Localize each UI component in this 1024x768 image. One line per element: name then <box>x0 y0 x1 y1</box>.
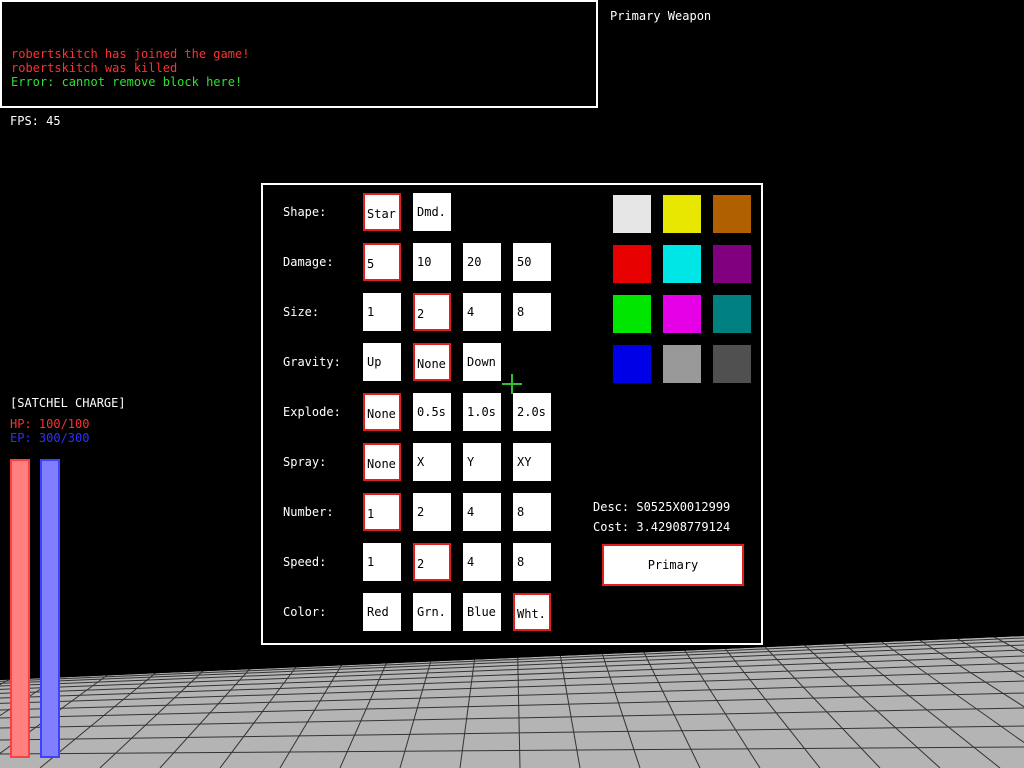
option-label-speed: Speed: <box>283 555 327 569</box>
option-explode-button[interactable]: None <box>363 393 401 431</box>
color-swatch[interactable] <box>713 195 751 233</box>
color-swatch[interactable] <box>713 245 751 283</box>
option-speed-button[interactable]: 1 <box>363 543 401 581</box>
option-number-button[interactable]: 4 <box>463 493 501 531</box>
color-swatch[interactable] <box>713 345 751 383</box>
option-label-spray: Spray: <box>283 455 327 469</box>
option-label-number: Number: <box>283 505 334 519</box>
option-speed-button[interactable]: 8 <box>513 543 551 581</box>
option-color-button[interactable]: Wht. <box>513 593 551 631</box>
option-color-button[interactable]: Red <box>363 593 401 631</box>
option-speed-button[interactable]: 2 <box>413 543 451 581</box>
option-gravity-button[interactable]: Up <box>363 343 401 381</box>
color-swatch[interactable] <box>713 295 751 333</box>
color-swatch[interactable] <box>613 345 651 383</box>
color-swatch[interactable] <box>663 195 701 233</box>
equipped-item-name: [SATCHEL CHARGE] <box>10 396 126 410</box>
option-number-button[interactable]: 1 <box>363 493 401 531</box>
option-size-button[interactable]: 4 <box>463 293 501 331</box>
option-label-size: Size: <box>283 305 320 319</box>
weapon-config-panel: Desc: S0525X0012999 Cost: 3.42908779124 … <box>261 183 763 645</box>
chat-line: robertskitch has joined the game! <box>11 47 250 61</box>
fps-counter: FPS: 45 <box>10 114 61 128</box>
option-size-button[interactable]: 2 <box>413 293 451 331</box>
option-label-color: Color: <box>283 605 327 619</box>
chat-line: robertskitch was killed <box>11 61 178 75</box>
weapon-description: Desc: S0525X0012999 <box>593 500 731 514</box>
option-number-button[interactable]: 2 <box>413 493 451 531</box>
option-gravity-button[interactable]: None <box>413 343 451 381</box>
option-shape-button[interactable]: Star <box>363 193 401 231</box>
option-color-button[interactable]: Blue <box>463 593 501 631</box>
option-explode-button[interactable]: 2.0s <box>513 393 551 431</box>
color-swatch[interactable] <box>613 295 651 333</box>
color-swatch[interactable] <box>663 245 701 283</box>
option-shape-button[interactable]: Dmd. <box>413 193 451 231</box>
weapon-title: Primary Weapon <box>610 9 712 23</box>
option-size-button[interactable]: 1 <box>363 293 401 331</box>
option-explode-button[interactable]: 1.0s <box>463 393 501 431</box>
option-gravity-button[interactable]: Down <box>463 343 501 381</box>
option-spray-button[interactable]: Y <box>463 443 501 481</box>
option-spray-button[interactable]: X <box>413 443 451 481</box>
option-damage-button[interactable]: 10 <box>413 243 451 281</box>
option-label-shape: Shape: <box>283 205 327 219</box>
option-label-damage: Damage: <box>283 255 334 269</box>
option-label-gravity: Gravity: <box>283 355 341 369</box>
chat-log: robertskitch has joined the game! roberts… <box>11 47 249 89</box>
primary-button[interactable]: Primary <box>602 544 744 586</box>
option-label-explode: Explode: <box>283 405 341 419</box>
option-damage-button[interactable]: 5 <box>363 243 401 281</box>
option-number-button[interactable]: 8 <box>513 493 551 531</box>
option-spray-button[interactable]: XY <box>513 443 551 481</box>
color-swatch[interactable] <box>613 195 651 233</box>
option-explode-button[interactable]: 0.5s <box>413 393 451 431</box>
ep-bar <box>40 459 60 758</box>
color-swatch[interactable] <box>613 245 651 283</box>
weapon-cost: Cost: 3.42908779124 <box>593 520 731 534</box>
option-speed-button[interactable]: 4 <box>463 543 501 581</box>
option-damage-button[interactable]: 50 <box>513 243 551 281</box>
ep-readout: EP: 300/300 <box>10 431 90 445</box>
option-size-button[interactable]: 8 <box>513 293 551 331</box>
color-swatch[interactable] <box>663 295 701 333</box>
color-swatch[interactable] <box>663 345 701 383</box>
hp-readout: HP: 100/100 <box>10 417 90 431</box>
option-spray-button[interactable]: None <box>363 443 401 481</box>
hp-bar <box>10 459 30 758</box>
chat-line: Error: cannot remove block here! <box>11 75 243 89</box>
option-damage-button[interactable]: 20 <box>463 243 501 281</box>
option-color-button[interactable]: Grn. <box>413 593 451 631</box>
crosshair-icon <box>502 374 522 394</box>
chat-box: robertskitch has joined the game! roberts… <box>0 0 598 108</box>
